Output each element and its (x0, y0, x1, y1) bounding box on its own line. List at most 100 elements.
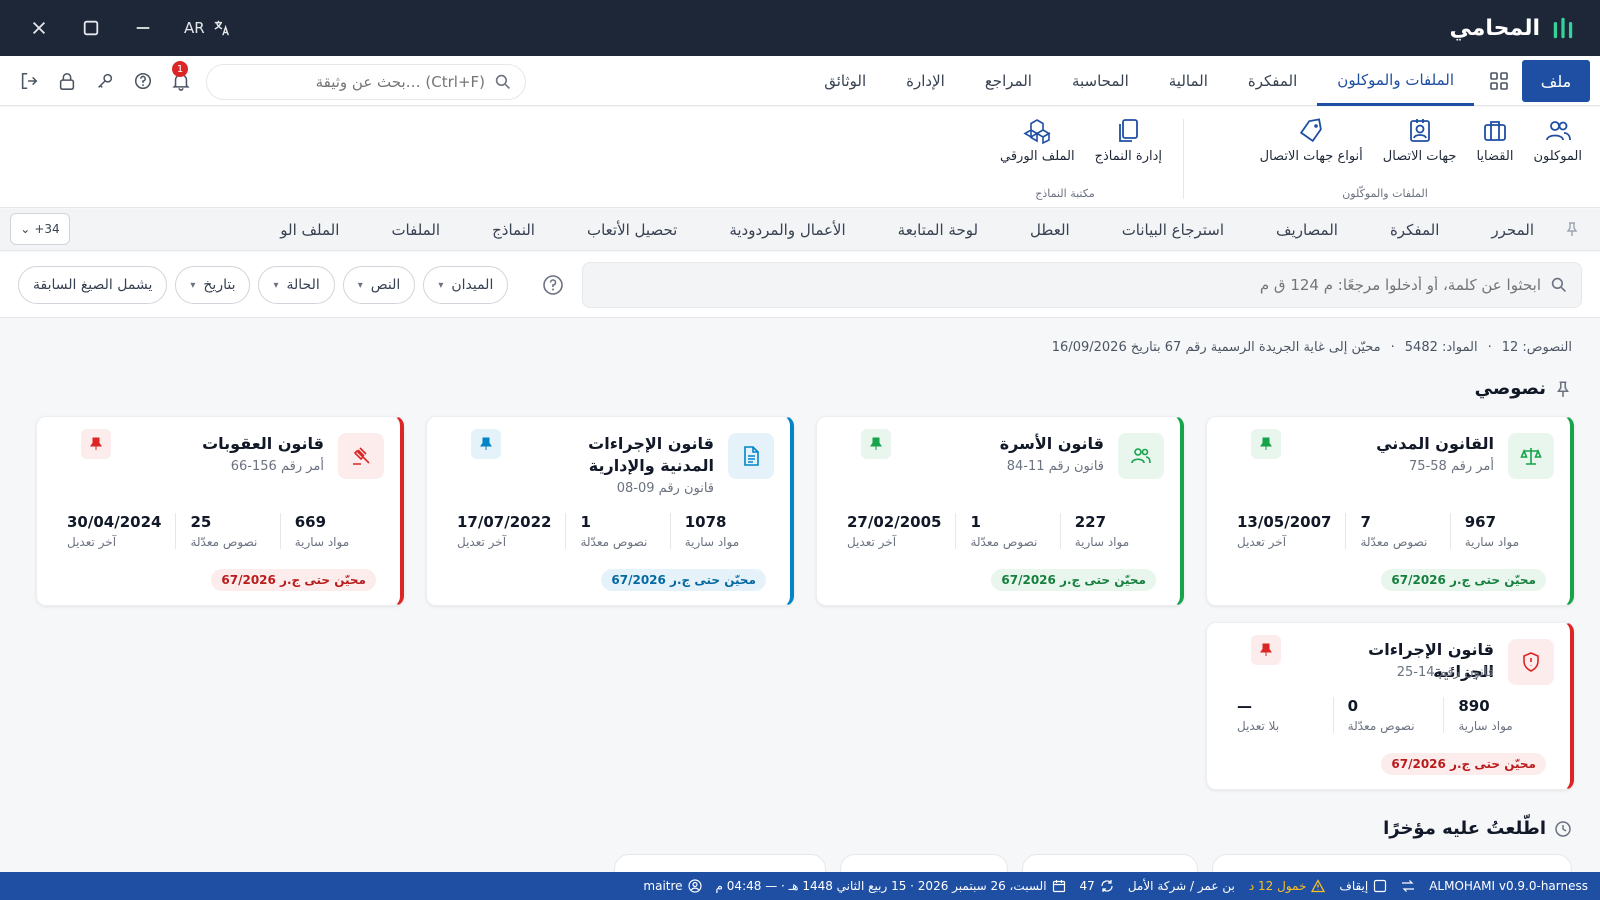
stat-label: نصوص معدّلة (1347, 719, 1415, 733)
contact-card-icon (1409, 119, 1430, 142)
ribbon-group-label: مكتبة النماذج (1035, 187, 1095, 200)
filter-text[interactable]: النص ▾ (342, 266, 416, 304)
status-pause-toggle[interactable]: إيقاف (1339, 879, 1387, 893)
stat-label: مواد سارية (1464, 535, 1520, 549)
ribbon-contacts-button[interactable]: جهات الاتصال (1375, 117, 1465, 164)
status-badge: محيّن حتى ج.ر 67/2026 (1381, 569, 1546, 591)
menu-tab-finance[interactable]: المالية (1149, 56, 1228, 106)
law-card-criminal-procedure[interactable]: قانون الإجراءات الجزائية قانون رقم 14-25… (1206, 622, 1574, 790)
search-help-icon[interactable] (542, 274, 564, 296)
stat-label: آخر تعديل (456, 535, 507, 549)
subtab-dashboard[interactable]: لوحة المتابعة (872, 221, 1004, 239)
filter-date[interactable]: بتاريخ ▾ (175, 266, 251, 304)
subtab-templates[interactable]: النماذج (466, 221, 561, 239)
recent-item[interactable] (614, 854, 826, 874)
status-badge: محيّن حتى ج.ر 67/2026 (601, 569, 766, 591)
user-icon (687, 879, 702, 893)
section-title: اطّلعتُ عليه مؤخرًا (1383, 818, 1546, 839)
menu-tab-references[interactable]: المراجع (965, 56, 1052, 106)
stat-active-articles: 967 مواد سارية (1449, 513, 1554, 549)
card-stats: 1078 مواد سارية 1 نصوص معدّلة 17/07/2022 آخ… (443, 513, 774, 549)
stat-value: 0 (1347, 697, 1359, 715)
ribbon-contact-types-button[interactable]: أنواع جهات الاتصال (1252, 117, 1371, 164)
stat-amending-texts: 7 نصوص معدّلة (1345, 513, 1449, 549)
minimize-icon[interactable] (132, 17, 154, 39)
my-texts-heading: نصوصي (1475, 378, 1572, 399)
notifications-bell-icon[interactable]: 1 (170, 61, 192, 92)
subtab-profitability[interactable]: الأعمال والمردودية (703, 221, 871, 239)
stat-value: 1 (970, 513, 981, 531)
subtab-holidays[interactable]: العطل (1004, 221, 1096, 239)
warning-icon (1311, 879, 1326, 893)
window-controls: AR (28, 0, 231, 56)
menu-tab-accounting[interactable]: المحاسبة (1052, 56, 1149, 106)
document-search-input[interactable] (225, 73, 485, 91)
card-reference: أمر رقم 156-66 (230, 459, 324, 474)
pin-icon[interactable] (861, 429, 891, 459)
maximize-icon[interactable] (80, 17, 102, 39)
close-icon[interactable] (28, 17, 50, 39)
recent-item[interactable] (1022, 854, 1198, 874)
filter-domain[interactable]: الميدان ▾ (423, 266, 509, 304)
filter-include-previous-versions[interactable]: يشمل الصيغ السابقة (18, 266, 168, 304)
ribbon-paper-file-button[interactable]: الملف الورقي (992, 117, 1083, 164)
pin-icon[interactable] (471, 429, 501, 459)
apps-grid-icon[interactable] (1488, 70, 1510, 92)
menu-tab-documents[interactable]: الوثائق (804, 56, 886, 106)
stat-label: آخر تعديل (66, 535, 117, 549)
chip-label: بتاريخ (203, 277, 236, 293)
law-card-penal-code[interactable]: قانون العقوبات أمر رقم 156-66 669 مواد سا… (36, 416, 404, 606)
ribbon-manage-templates-button[interactable]: إدارة النماذج (1087, 117, 1170, 164)
help-icon[interactable] (132, 70, 154, 92)
status-refresh[interactable] (1401, 879, 1415, 893)
ribbon-cases-button[interactable]: القضايا (1468, 117, 1521, 164)
law-card-family-code[interactable]: قانون الأسرة قانون رقم 11-84 227 مواد سار… (816, 416, 1184, 606)
stat-value: 967 (1464, 513, 1497, 531)
subtab-expenses[interactable]: المصاريف (1250, 221, 1364, 239)
status-user[interactable]: maitre (643, 879, 702, 893)
ribbon-clients-button[interactable]: الموكلون (1525, 117, 1590, 164)
recent-item[interactable] (840, 854, 1008, 874)
filter-status[interactable]: الحالة ▾ (258, 266, 335, 304)
status-sync-count: 47 (1079, 879, 1095, 893)
status-version-text: ALMOHAMI v0.9.0-harness (1429, 879, 1588, 893)
gavel-icon (338, 433, 384, 479)
subtab-editor[interactable]: المحرر (1465, 221, 1560, 239)
briefcase-icon (1484, 121, 1506, 141)
language-switcher[interactable]: AR (184, 19, 231, 37)
checkbox-icon (1374, 879, 1387, 893)
pin-icon[interactable] (81, 429, 111, 459)
recent-item[interactable] (1212, 854, 1572, 874)
more-tabs-dropdown[interactable]: ⌄ +34 (10, 213, 70, 245)
document-icon (728, 433, 774, 479)
subtab-agenda[interactable]: المفكرة (1364, 221, 1465, 239)
menu-tab-administration[interactable]: الإدارة (886, 56, 965, 106)
subtab-files[interactable]: الملفات (365, 221, 466, 239)
law-card-civil-code[interactable]: القانون المدني أمر رقم 58-75 967 مواد سار… (1206, 416, 1574, 606)
status-bar: maitre السبت، 26 سبتمبر 2026 · 15 ربيع ا… (0, 872, 1600, 900)
card-title: قانون الإجراءات المدنية والإدارية (588, 434, 714, 475)
menu-tabs: الملفات والموكلون المفكرة المالية المحاس… (804, 56, 1474, 106)
logout-icon[interactable] (18, 70, 40, 92)
stat-value: 669 (294, 513, 327, 531)
pin-icon[interactable] (1251, 635, 1281, 665)
chip-label: النص (370, 277, 401, 293)
law-card-civil-procedure[interactable]: قانون الإجراءات المدنية والإدارية قانون … (426, 416, 794, 606)
law-search-input[interactable] (597, 276, 1541, 294)
menu-tab-agenda[interactable]: المفكرة (1228, 56, 1317, 106)
subtab-fee-collection[interactable]: تحصيل الأتعاب (561, 221, 703, 239)
stat-amending-texts: 1 نصوص معدّلة (565, 513, 669, 549)
key-icon[interactable] (94, 70, 116, 92)
status-location: بن عمر / شركة الأمل (1128, 879, 1235, 893)
file-menu-button[interactable]: ملف (1522, 60, 1590, 102)
pin-icon[interactable] (1564, 221, 1580, 237)
pin-icon[interactable] (1251, 429, 1281, 459)
recent-heading: اطّلعتُ عليه مؤخرًا (1383, 818, 1572, 839)
card-reference: قانون رقم 09-08 (616, 481, 714, 496)
subtab-data-recovery[interactable]: استرجاع البيانات (1096, 221, 1250, 239)
status-badge: محيّن حتى ج.ر 67/2026 (211, 569, 376, 591)
title-bar: AR المحامي (0, 0, 1600, 56)
lock-icon[interactable] (56, 70, 78, 92)
subtab-paper-file[interactable]: الملف الو (280, 221, 365, 239)
menu-tab-files-clients[interactable]: الملفات والموكلون (1317, 56, 1474, 106)
